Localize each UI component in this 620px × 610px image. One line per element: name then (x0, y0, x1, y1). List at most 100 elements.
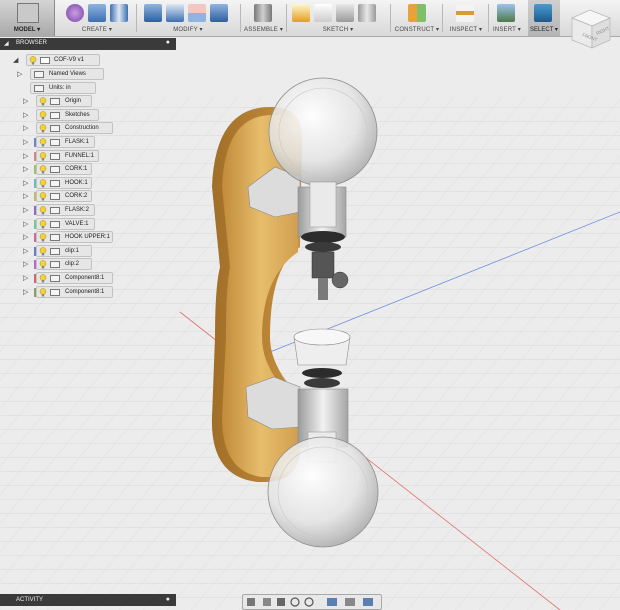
expand-arrow-icon[interactable]: ▷ (23, 233, 28, 241)
expand-arrow-icon[interactable]: ▷ (23, 152, 28, 160)
select-icon[interactable] (534, 4, 552, 22)
lightbulb-icon[interactable] (39, 260, 47, 269)
lightbulb-icon[interactable] (39, 97, 47, 106)
workspace-switcher[interactable]: MODEL ▾ (0, 0, 55, 36)
root-label: COF-V9 v1 (54, 57, 85, 63)
browser-header[interactable]: ◢ BROWSER ● (0, 38, 176, 50)
browser-item[interactable]: ▷ FLASK:2 (23, 204, 96, 216)
browser-item[interactable]: ▷ Component8:1 (23, 272, 114, 284)
mirror-icon[interactable] (358, 4, 376, 22)
assemble-group[interactable]: ASSEMBLE ▾ (244, 0, 283, 36)
browser-item[interactable]: ▷ FLASK:1 (23, 136, 96, 148)
browser-options-icon[interactable]: ● (166, 39, 170, 46)
folder-icon (34, 84, 44, 92)
insert-group[interactable]: INSERT ▾ (490, 0, 524, 36)
joint-icon[interactable] (254, 4, 272, 22)
expand-arrow-icon[interactable]: ▷ (23, 288, 28, 296)
line-tool-icon[interactable] (314, 4, 332, 22)
browser-item[interactable]: ▷ Construction (23, 122, 114, 135)
expand-arrow-icon[interactable]: ◢ (13, 56, 18, 64)
browser-item[interactable]: ▷ clip:2 (23, 258, 92, 271)
insert-label: INSERT ▾ (492, 27, 522, 33)
revolve-icon[interactable] (110, 4, 128, 22)
expand-arrow-icon[interactable]: ▷ (23, 111, 28, 119)
view-cube[interactable]: FRONT RIGHT (566, 4, 616, 54)
browser-item[interactable]: ▷ Named Views (17, 68, 104, 80)
lightbulb-icon[interactable] (39, 165, 47, 174)
pan-icon[interactable] (277, 598, 285, 606)
lightbulb-icon[interactable] (39, 247, 47, 256)
zoom-icon[interactable] (290, 597, 300, 607)
browser-item[interactable]: ▷ HOOK UPPER:1 (23, 231, 114, 244)
project-icon[interactable] (336, 4, 354, 22)
browser-item[interactable]: ▷ FUNNEL:1 (23, 149, 99, 162)
expand-arrow-icon[interactable]: ▷ (23, 220, 28, 228)
browser-item[interactable]: ▷ VALVE:1 (23, 217, 96, 230)
create-group[interactable]: CREATE ▾ (62, 0, 132, 36)
create-sketch-icon[interactable] (292, 4, 310, 22)
expand-arrow-icon[interactable]: ▷ (23, 192, 28, 200)
press-pull-icon[interactable] (144, 4, 162, 22)
expand-arrow-icon[interactable]: ▷ (23, 247, 28, 255)
browser-item[interactable]: Units: in (30, 81, 97, 94)
expand-arrow-icon[interactable]: ▷ (23, 274, 28, 282)
select-group[interactable]: SELECT ▾ (528, 0, 560, 36)
look-at-icon[interactable] (263, 598, 271, 606)
folder-icon (50, 111, 60, 119)
lightbulb-icon[interactable] (39, 274, 47, 283)
viewports-icon[interactable] (363, 598, 373, 606)
expand-arrow-icon[interactable]: ▷ (23, 206, 28, 214)
browser-item-label: Component8:1 (65, 288, 105, 295)
lightbulb-icon[interactable] (39, 233, 47, 242)
activity-panel[interactable]: ACTIVITY ● (0, 594, 176, 606)
lightbulb-icon[interactable] (39, 179, 47, 188)
lightbulb-icon[interactable] (39, 124, 47, 133)
zoom-window-icon[interactable] (304, 597, 314, 607)
browser-item[interactable]: ▷ HOOK:1 (23, 176, 92, 189)
browser-item-label: FLASK:2 (65, 207, 90, 213)
activity-title: ACTIVITY (16, 597, 44, 603)
browser-item[interactable]: ▷ CORK:1 (23, 163, 92, 176)
extrude-icon[interactable] (88, 4, 106, 22)
expand-arrow-icon[interactable]: ▷ (17, 70, 22, 78)
browser-item[interactable]: ▷ clip:1 (23, 244, 92, 257)
inspect-group[interactable]: INSPECT ▾ (446, 0, 486, 36)
lightbulb-icon[interactable] (39, 111, 47, 120)
activity-options-icon[interactable]: ● (166, 596, 170, 603)
lightbulb-icon[interactable] (39, 151, 47, 161)
lightbulb-icon[interactable] (39, 219, 47, 229)
expand-arrow-icon[interactable]: ▷ (23, 138, 28, 146)
component-icon (50, 234, 60, 242)
lightbulb-icon[interactable] (39, 192, 47, 201)
lightbulb-icon[interactable] (39, 206, 47, 215)
component-color-icon (34, 206, 36, 215)
lightbulb-icon[interactable] (29, 56, 37, 65)
combine-icon[interactable] (188, 4, 206, 22)
modify-group[interactable]: MODIFY ▾ (140, 0, 236, 36)
sketch-create-icon[interactable] (66, 4, 84, 22)
expand-arrow-icon[interactable]: ▷ (23, 260, 28, 268)
measure-icon[interactable] (456, 4, 474, 22)
lightbulb-icon[interactable] (39, 287, 47, 297)
browser-item[interactable]: ▷ Sketches (23, 108, 99, 121)
grid-settings-icon[interactable] (345, 598, 355, 606)
expand-arrow-icon[interactable]: ▷ (23, 165, 28, 173)
construct-group[interactable]: CONSTRUCT ▾ (394, 0, 440, 36)
modify-label: MODIFY ▾ (173, 27, 203, 33)
move-icon[interactable] (210, 4, 228, 22)
expand-arrow-icon[interactable]: ▷ (23, 124, 28, 132)
expand-arrow-icon[interactable]: ▷ (23, 179, 28, 187)
browser-item[interactable]: ▷ Component8:1 (23, 285, 114, 298)
fillet-icon[interactable] (166, 4, 184, 22)
browser-item[interactable]: ▷ Origin (23, 95, 92, 108)
sketch-group[interactable]: SKETCH ▾ (290, 0, 386, 36)
offset-plane-icon[interactable] (408, 4, 426, 22)
display-settings-icon[interactable] (327, 598, 337, 606)
insert-image-icon[interactable] (497, 4, 515, 22)
lightbulb-icon[interactable] (39, 138, 47, 147)
browser-item[interactable]: ▷ CORK:2 (23, 190, 92, 203)
orbit-icon[interactable] (247, 598, 255, 606)
expand-arrow-icon[interactable]: ▷ (23, 97, 28, 105)
browser-root[interactable]: ◢ COF-V9 v1 (13, 54, 100, 66)
collapse-triangle-icon[interactable]: ◢ (4, 40, 9, 47)
